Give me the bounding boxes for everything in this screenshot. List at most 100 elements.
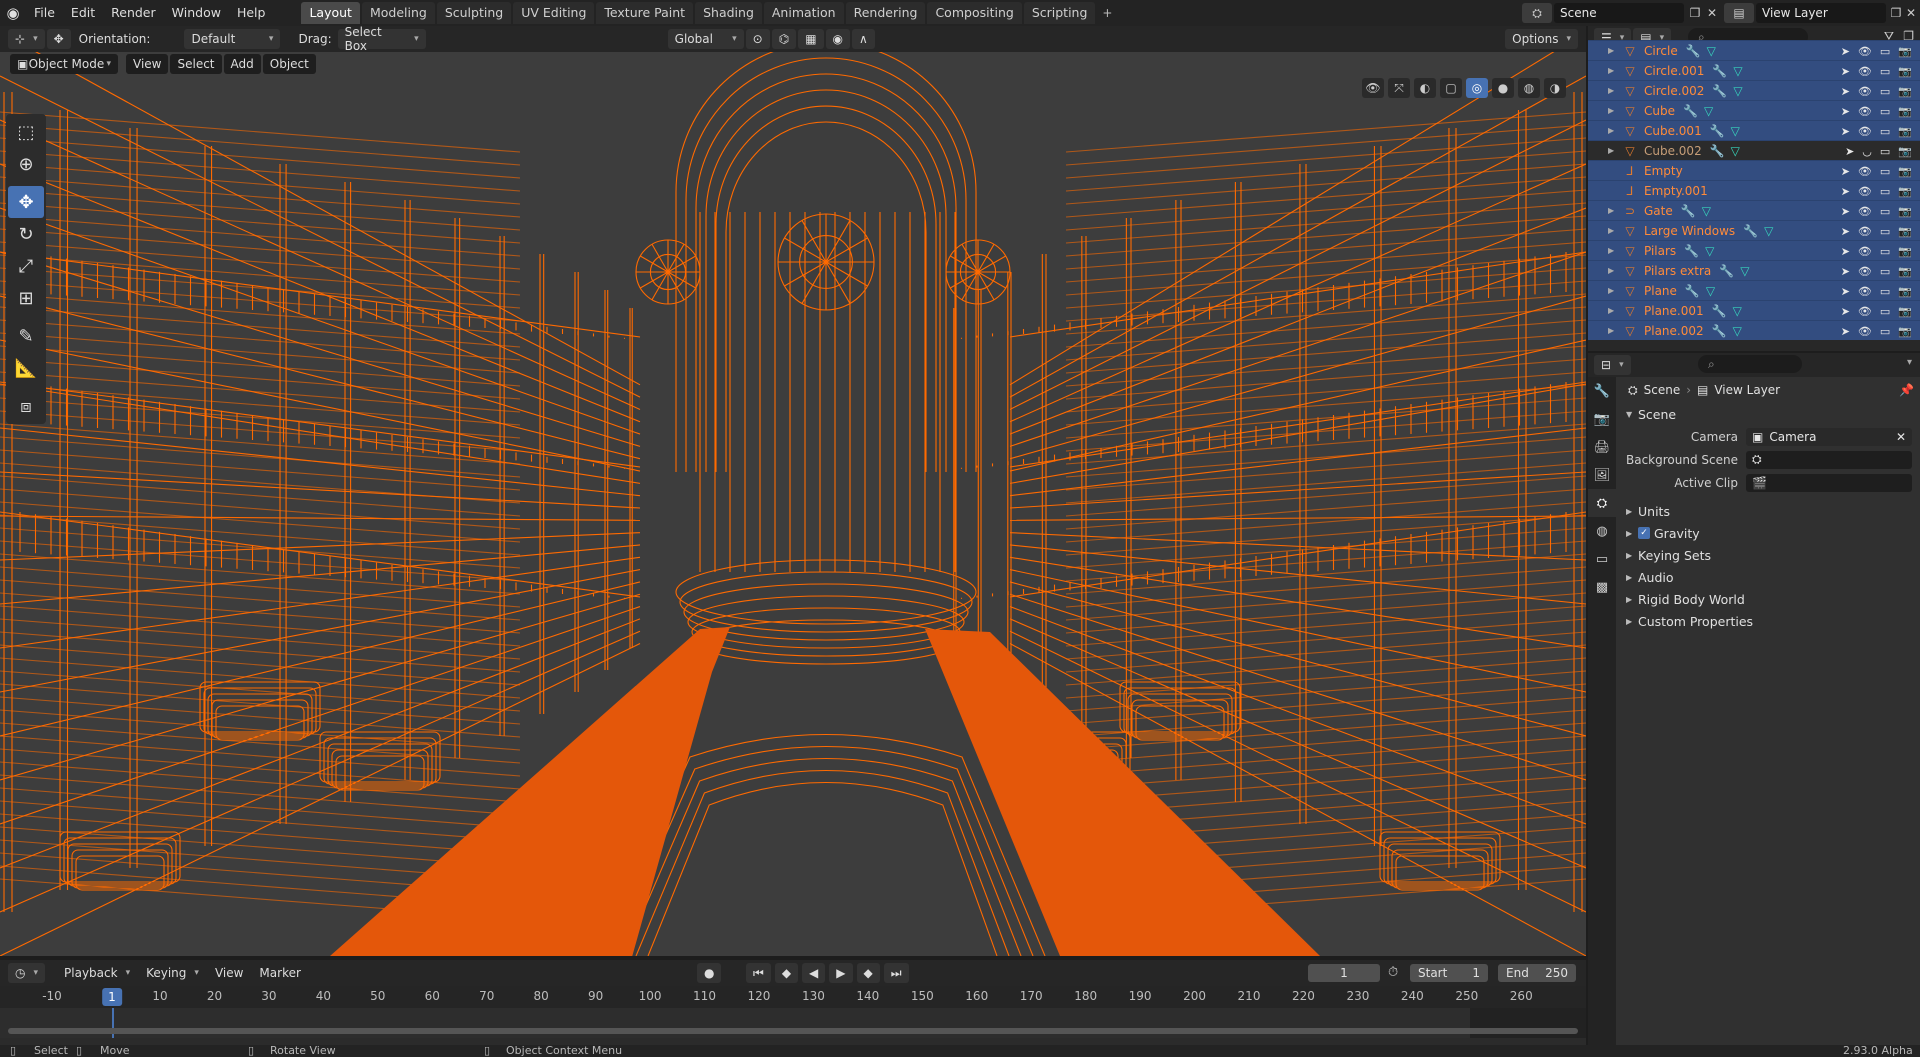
mesh-data-icon[interactable]: ▽ bbox=[1702, 204, 1711, 218]
hidden-icon[interactable]: ◡ bbox=[1862, 145, 1872, 158]
overlays-icon[interactable]: ◐ bbox=[1414, 78, 1436, 98]
solid-shading-icon[interactable]: ● bbox=[1492, 78, 1514, 98]
selectable-icon[interactable]: ➤ bbox=[1841, 45, 1850, 58]
render-disable-icon[interactable]: 📷 bbox=[1898, 85, 1912, 98]
visible-icon[interactable]: 👁 bbox=[1858, 265, 1872, 278]
tab-modeling[interactable]: Modeling bbox=[361, 2, 435, 24]
properties-search-input[interactable]: ⌕ bbox=[1698, 355, 1802, 373]
viewport-disable-icon[interactable]: ▭ bbox=[1880, 205, 1890, 218]
render-disable-icon[interactable]: 📷 bbox=[1898, 305, 1912, 318]
mesh-data-icon[interactable]: ▽ bbox=[1705, 244, 1714, 258]
add-menu[interactable]: Add bbox=[223, 54, 261, 74]
visible-icon[interactable]: 👁 bbox=[1858, 245, 1872, 258]
modifier-icon[interactable]: 🔧 bbox=[1712, 84, 1727, 98]
render-disable-icon[interactable]: 📷 bbox=[1898, 165, 1912, 178]
view-layer-field[interactable]: View Layer bbox=[1756, 3, 1886, 23]
play-icon[interactable]: ▶ bbox=[829, 963, 853, 983]
prev-keyframe-icon[interactable]: ◆ bbox=[774, 963, 799, 983]
selectable-icon[interactable]: ➤ bbox=[1841, 285, 1850, 298]
selectable-icon[interactable]: ➤ bbox=[1841, 125, 1850, 138]
select-menu[interactable]: Select bbox=[170, 54, 222, 74]
expand-arrow-icon[interactable]: ▶ bbox=[1608, 306, 1622, 315]
mesh-data-icon[interactable]: ▽ bbox=[1733, 64, 1742, 78]
keying-sets-panel-header[interactable]: ▶ Keying Sets bbox=[1618, 544, 1920, 566]
mesh-data-icon[interactable]: ▽ bbox=[1707, 44, 1716, 58]
visible-icon[interactable]: 👁 bbox=[1858, 125, 1872, 138]
viewport-disable-icon[interactable]: ▭ bbox=[1880, 125, 1890, 138]
blender-logo-icon[interactable]: ◉ bbox=[0, 0, 26, 26]
render-disable-icon[interactable]: 📷 bbox=[1898, 185, 1912, 198]
viewport-disable-icon[interactable]: ▭ bbox=[1880, 65, 1890, 78]
outliner-row[interactable]: ⅃ Empty.001 ➤ 👁 ▭ 📷 bbox=[1588, 180, 1920, 200]
outliner-row[interactable]: ▶ ▽ Circle 🔧 ▽ ➤ 👁 ▭ 📷 bbox=[1588, 40, 1920, 60]
visible-icon[interactable]: 👁 bbox=[1858, 65, 1872, 78]
outliner-row[interactable]: ▶ ▽ Plane.001 🔧 ▽ ➤ 👁 ▭ 📷 bbox=[1588, 300, 1920, 320]
selectable-icon[interactable]: ➤ bbox=[1841, 185, 1850, 198]
visible-icon[interactable]: 👁 bbox=[1858, 285, 1872, 298]
play-reverse-icon[interactable]: ◀ bbox=[802, 963, 826, 983]
camera-field[interactable]: ▣ Camera ✕ bbox=[1746, 427, 1912, 446]
modifier-icon[interactable]: 🔧 bbox=[1712, 304, 1727, 318]
outliner-row[interactable]: ▶ ▽ Cube.001 🔧 ▽ ➤ 👁 ▭ 📷 bbox=[1588, 120, 1920, 140]
pin-icon[interactable]: 📌 bbox=[1899, 383, 1914, 397]
outliner-row[interactable]: ▶ ▽ Cube.002 🔧 ▽ ➤ ◡ ▭ 📷 bbox=[1588, 140, 1920, 160]
world-tab-icon[interactable]: ◍ bbox=[1588, 517, 1616, 545]
outliner-row[interactable]: ▶ ▽ Pilars 🔧 ▽ ➤ 👁 ▭ 📷 bbox=[1588, 240, 1920, 260]
mode-dropdown[interactable]: ▣ Object Mode ▾ bbox=[10, 54, 118, 74]
selectable-icon[interactable]: ➤ bbox=[1841, 65, 1850, 78]
rendered-shading-icon[interactable]: ◑ bbox=[1544, 78, 1566, 98]
selectable-icon[interactable]: ➤ bbox=[1841, 165, 1850, 178]
object-menu[interactable]: Object bbox=[262, 54, 316, 74]
modifier-icon[interactable]: 🔧 bbox=[1743, 224, 1758, 238]
viewport-disable-icon[interactable]: ▭ bbox=[1880, 165, 1890, 178]
expand-arrow-icon[interactable]: ▶ bbox=[1608, 226, 1622, 235]
modifier-icon[interactable]: 🔧 bbox=[1710, 144, 1725, 158]
pivot-point-icon[interactable]: ⊙ bbox=[745, 29, 770, 49]
modifier-icon[interactable]: 🔧 bbox=[1712, 64, 1727, 78]
properties-options-icon[interactable]: ▾ bbox=[1907, 357, 1912, 368]
select-box-tool-icon[interactable]: ⬚ bbox=[8, 116, 44, 148]
modifier-icon[interactable]: 🔧 bbox=[1719, 264, 1734, 278]
outliner-row[interactable]: ▶ ▽ Pilars extra 🔧 ▽ ➤ 👁 ▭ 📷 bbox=[1588, 260, 1920, 280]
material-shading-icon[interactable]: ◍ bbox=[1518, 78, 1540, 98]
viewport-disable-icon[interactable]: ▭ bbox=[1880, 105, 1890, 118]
active-clip-field[interactable]: 🎬 bbox=[1746, 473, 1912, 492]
add-workspace-button[interactable]: + bbox=[1097, 2, 1117, 24]
scene-field[interactable]: Scene bbox=[1554, 3, 1684, 23]
viewport-disable-icon[interactable]: ▭ bbox=[1880, 285, 1890, 298]
tab-compositing[interactable]: Compositing bbox=[927, 2, 1022, 24]
viewport-disable-icon[interactable]: ▭ bbox=[1880, 145, 1890, 158]
visible-icon[interactable]: 👁 bbox=[1858, 325, 1872, 338]
view-menu[interactable]: View bbox=[126, 54, 169, 74]
tab-animation[interactable]: Animation bbox=[763, 2, 844, 24]
render-disable-icon[interactable]: 📷 bbox=[1898, 205, 1912, 218]
orientation-dropdown[interactable]: Default ▾ bbox=[184, 29, 281, 49]
render-disable-icon[interactable]: 📷 bbox=[1898, 265, 1912, 278]
expand-arrow-icon[interactable]: ▶ bbox=[1608, 146, 1622, 155]
viewport-disable-icon[interactable]: ▭ bbox=[1880, 305, 1890, 318]
transform-tool-icon[interactable]: ⊞ bbox=[8, 282, 44, 314]
outliner-row[interactable]: ▶ ▽ Plane.002 🔧 ▽ ➤ 👁 ▭ 📷 bbox=[1588, 320, 1920, 340]
menu-edit[interactable]: Edit bbox=[63, 2, 103, 24]
timeline-editor-type-icon[interactable]: ◷ ▾ bbox=[8, 963, 46, 983]
selectable-icon[interactable]: ➤ bbox=[1845, 145, 1854, 158]
view-layer-icon[interactable]: ▤ bbox=[1724, 3, 1754, 23]
start-frame-field[interactable]: Start 1 bbox=[1410, 964, 1488, 982]
tab-texture-paint[interactable]: Texture Paint bbox=[596, 2, 694, 24]
tab-sculpting[interactable]: Sculpting bbox=[436, 2, 512, 24]
keying-menu[interactable]: Keying ▾ bbox=[139, 963, 206, 983]
options-dropdown[interactable]: Options ▾ bbox=[1505, 29, 1578, 49]
auto-keying-icon[interactable]: ● bbox=[697, 963, 722, 983]
move-tool-icon[interactable]: ✥ bbox=[8, 186, 44, 218]
expand-arrow-icon[interactable]: ▶ bbox=[1608, 126, 1622, 135]
snap-target-icon[interactable]: ▦ bbox=[798, 29, 824, 49]
tab-layout[interactable]: Layout bbox=[301, 2, 360, 24]
mesh-data-icon[interactable]: ▽ bbox=[1706, 284, 1715, 298]
expand-arrow-icon[interactable]: ▶ bbox=[1608, 86, 1622, 95]
modifier-icon[interactable]: 🔧 bbox=[1681, 204, 1696, 218]
visible-icon[interactable]: 👁 bbox=[1858, 185, 1872, 198]
selectable-icon[interactable]: ➤ bbox=[1841, 245, 1850, 258]
outliner-row[interactable]: ▶ ▽ Large Windows 🔧 ▽ ➤ 👁 ▭ 📷 bbox=[1588, 220, 1920, 240]
preview-range-icon[interactable]: ⏱ bbox=[1388, 965, 1398, 980]
mesh-data-icon[interactable]: ▽ bbox=[1733, 324, 1742, 338]
